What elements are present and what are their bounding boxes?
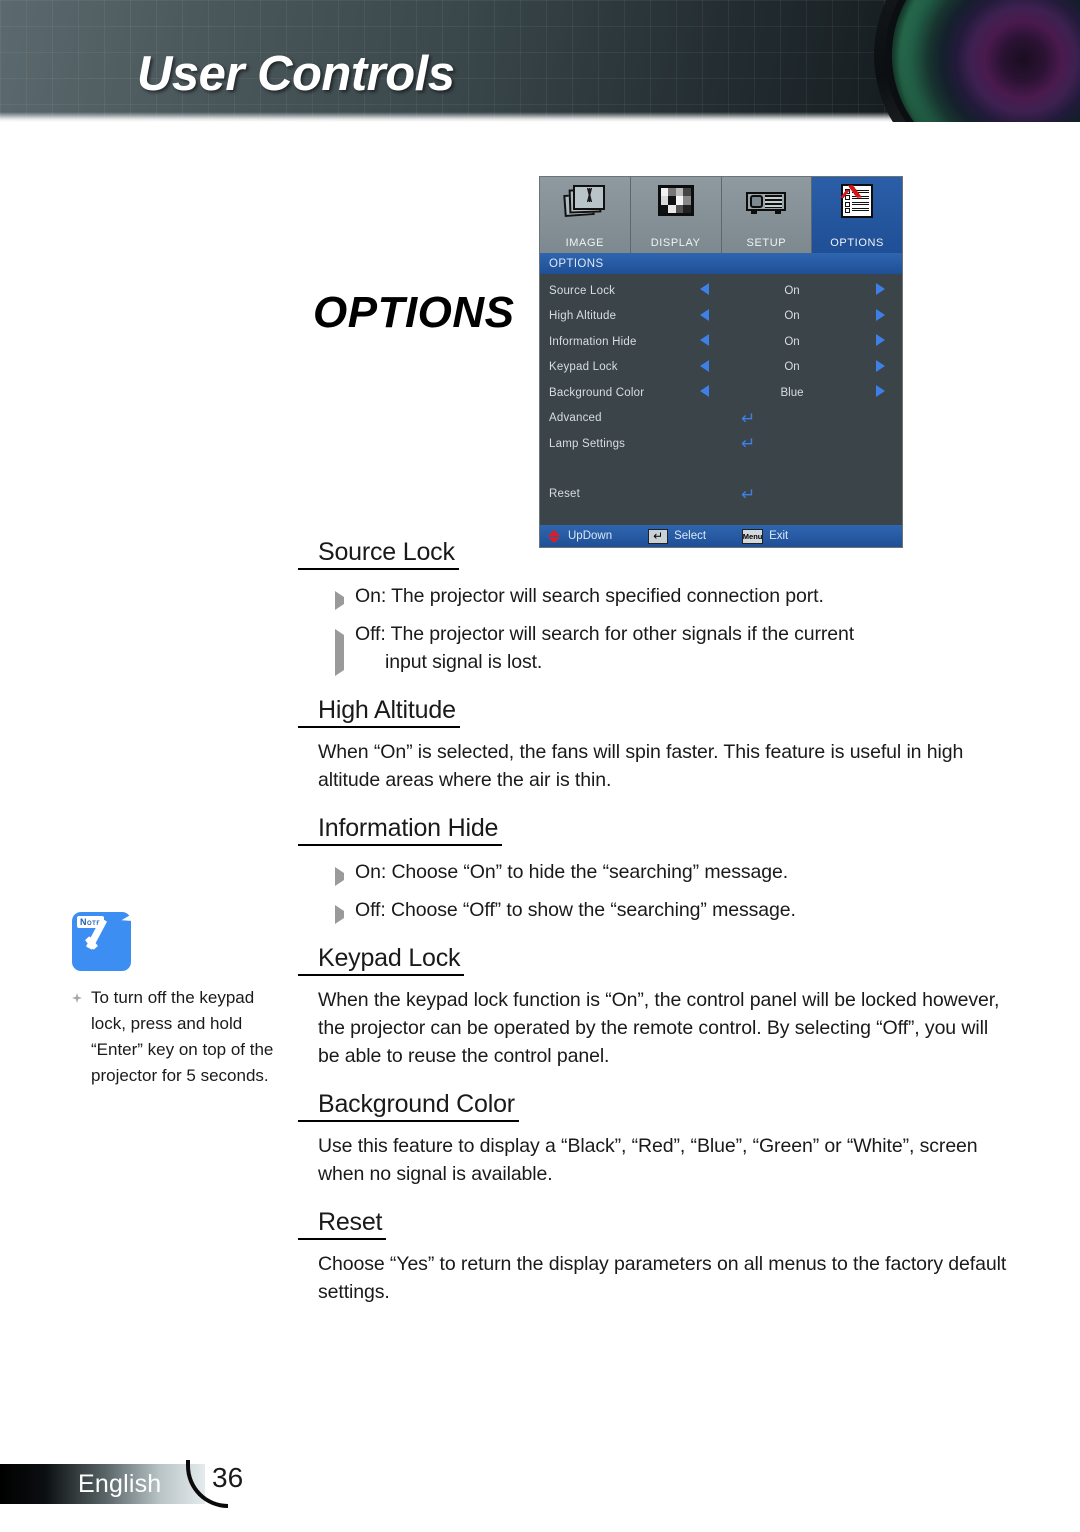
bullet-item: On: Choose “On” to hide the “searching” … [318,858,1008,886]
bullet-list: On: The projector will search specified … [318,582,1008,676]
bullet-item: Off: Choose “Off” to show the “searching… [318,896,1008,924]
note-flag-icon [121,905,145,922]
section-heading: Source Lock [298,538,459,570]
increment-arrow-icon[interactable] [870,283,890,298]
bullet-triangle-icon [335,591,344,610]
osd-blank-row [540,457,902,482]
section-paragraph: Use this feature to display a “Black”, “… [318,1135,978,1185]
section-paragraph: Choose “Yes” to return the display param… [318,1253,1007,1303]
language-bar: English [0,1464,205,1504]
bullet-text-line2: input signal is lost. [385,651,543,673]
bullet-list: On: Choose “On” to hide the “searching” … [318,858,1008,924]
section-background-color: Background Color Use this feature to dis… [298,1090,1008,1188]
bullet-item: Off: The projector will search for other… [318,620,1008,676]
osd-tab-image[interactable]: IMAGE [540,177,631,253]
decrement-arrow-icon[interactable] [694,334,714,349]
increment-arrow-icon[interactable] [870,308,890,324]
bullet-item: On: The projector will search specified … [318,582,1008,610]
section-heading: Reset [298,1208,387,1240]
section-heading: High Altitude [298,696,460,728]
osd-row-value: On [784,310,800,323]
osd-menu-list: Source Lock On High Altitude On Informat… [540,274,902,507]
enter-arrow-icon[interactable]: ↵ [741,410,755,427]
note-callout: Note To turn off the keypad lock, press … [72,905,277,1089]
osd-row-label: Keypad Lock [549,361,618,374]
osd-tab-options[interactable]: OPTIONS [812,177,902,253]
osd-row-lamp-settings[interactable]: Lamp Settings ↵ [540,431,902,457]
section-heading: Information Hide [298,814,503,846]
osd-row-label: Reset [549,488,581,501]
checkmark-glyph-icon [83,926,117,962]
osd-tab-label: SETUP [746,237,787,249]
increment-arrow-icon[interactable] [870,359,890,375]
osd-row-value: On [784,335,800,348]
bullet-triangle-icon [335,629,344,676]
note-checkmark-icon: Note [72,905,145,971]
osd-tab-label: IMAGE [565,237,605,249]
page-footer: English 36 [0,1460,330,1508]
checklist-icon [835,182,879,222]
page-number: 36 [212,1462,244,1493]
section-source-lock: Source Lock On: The projector will searc… [298,538,1008,676]
note-text-row: To turn off the keypad lock, press and h… [72,985,277,1089]
osd-tab-label: DISPLAY [650,237,701,249]
page-header-banner: User Controls [0,0,1080,122]
decrement-arrow-icon[interactable] [694,359,714,375]
osd-row-advanced[interactable]: Advanced ↵ [540,406,902,432]
projector-icon [744,182,788,222]
osd-row-information-hide[interactable]: Information Hide On [540,329,902,355]
osd-row-reset[interactable]: Reset ↵ [540,482,902,508]
decrement-arrow-icon[interactable] [694,283,714,298]
page-title: User Controls [137,47,455,101]
osd-title-bar: OPTIONS [540,253,902,274]
decrement-arrow-icon[interactable] [694,385,714,400]
osd-row-label: Source Lock [549,284,616,297]
osd-row-value: On [784,284,800,297]
osd-row-value: Blue [780,386,804,399]
osd-menu-panel: IMAGE DISPLAY SETUP OPTIONS OPTIONS Sour… [539,176,903,548]
bullet-text: Off: The projector will search for other… [355,620,1008,676]
image-stack-icon [563,182,607,222]
bullet-text: On: Choose “On” to hide the “searching” … [355,861,789,883]
decrement-arrow-icon[interactable] [694,308,714,324]
section-information-hide: Information Hide On: Choose “On” to hide… [298,814,1008,924]
language-label: English [78,1469,162,1498]
osd-row-source-lock[interactable]: Source Lock On [540,278,902,304]
osd-row-label: High Altitude [549,310,617,323]
enter-arrow-icon[interactable]: ↵ [741,435,755,452]
bullet-triangle-icon [335,867,344,886]
section-name-label: OPTIONS [313,288,515,337]
note-text: To turn off the keypad lock, press and h… [91,988,274,1085]
section-heading: Background Color [298,1090,519,1122]
section-keypad-lock: Keypad Lock When the keypad lock functio… [298,944,1008,1070]
bullet-text: On: The projector will search specified … [355,585,824,607]
osd-tab-display[interactable]: DISPLAY [630,177,722,253]
increment-arrow-icon[interactable] [870,385,890,400]
bullet-text-line1: Off: The projector will search for other… [355,623,855,645]
enter-arrow-icon[interactable]: ↵ [741,486,755,503]
osd-tab-label: OPTIONS [830,237,884,249]
osd-tab-bar: IMAGE DISPLAY SETUP OPTIONS [540,177,902,253]
osd-row-high-altitude[interactable]: High Altitude On [540,304,902,330]
section-high-altitude: High Altitude When “On” is selected, the… [298,696,1008,794]
bullet-text: Off: Choose “Off” to show the “searching… [355,899,796,921]
section-heading: Keypad Lock [298,944,465,976]
camera-lens-icon [892,0,1080,122]
checkerboard-icon [654,182,698,222]
osd-row-value: On [784,361,800,374]
section-paragraph: When “On” is selected, the fans will spi… [318,741,964,791]
osd-row-background-color[interactable]: Background Color Blue [540,380,902,406]
osd-tab-setup[interactable]: SETUP [721,177,813,253]
bullet-triangle-icon [335,905,344,924]
diamond-bullet-icon [72,993,82,1003]
osd-row-label: Information Hide [549,335,637,348]
increment-arrow-icon[interactable] [870,334,890,349]
osd-row-label: Background Color [549,386,645,399]
osd-row-label: Advanced [549,412,602,425]
section-reset: Reset Choose “Yes” to return the display… [298,1208,1008,1306]
section-paragraph: When the keypad lock function is “On”, t… [318,989,1000,1067]
content-column: Source Lock On: The projector will searc… [298,538,1008,1326]
osd-row-keypad-lock[interactable]: Keypad Lock On [540,355,902,381]
osd-row-label: Lamp Settings [549,437,626,450]
